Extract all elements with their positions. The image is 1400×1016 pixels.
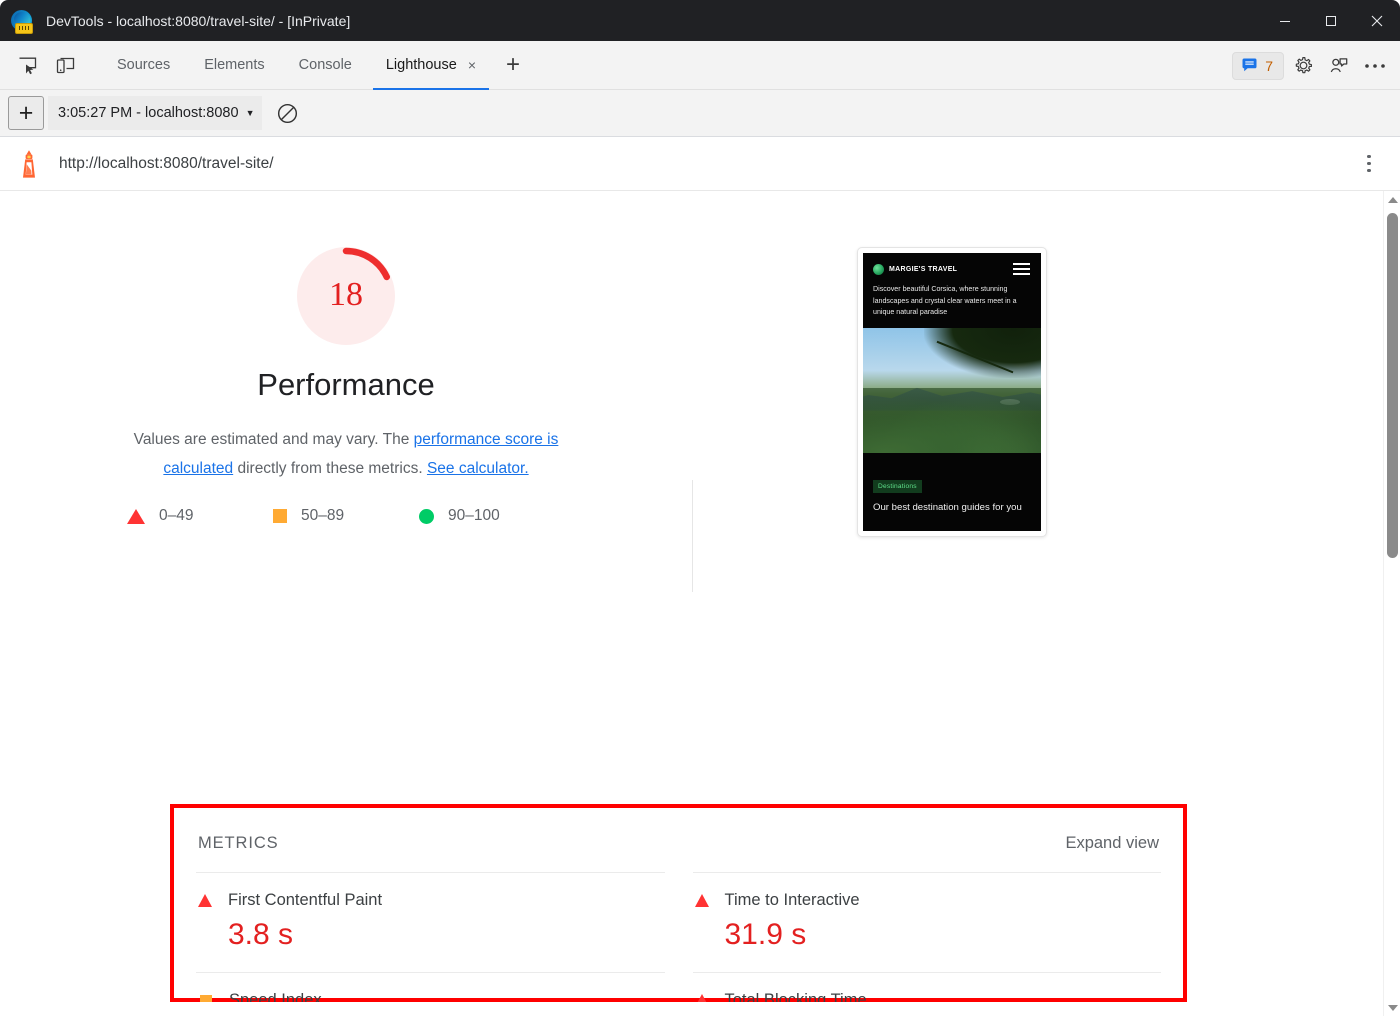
close-icon[interactable]: ×: [468, 58, 476, 72]
devtools-tab-strip: Sources Elements Console Lighthouse × +: [0, 41, 1400, 90]
report-url-bar: http://localhost:8080/travel-site/: [0, 137, 1400, 191]
edge-inprivate-logo: [10, 9, 34, 33]
message-icon: [1241, 57, 1258, 74]
messages-count: 7: [1265, 58, 1273, 74]
report-scroll-content: 18 Performance Values are estimated and …: [0, 191, 1383, 1002]
thumbnail-footer-text: Our best destination guides for you: [873, 502, 1031, 513]
score-description: Values are estimated and may vary. The p…: [111, 425, 581, 483]
summary-divider: [692, 480, 693, 592]
category-title: Performance: [257, 367, 434, 403]
tab-lighthouse[interactable]: Lighthouse ×: [369, 41, 493, 90]
metric-value: 3.8 s: [228, 918, 663, 952]
close-button[interactable]: [1354, 0, 1400, 41]
legend-label: 90–100: [448, 507, 500, 525]
tab-elements[interactable]: Elements: [187, 41, 281, 90]
square-icon: [273, 509, 287, 523]
window-title: DevTools - localhost:8080/travel-site/ -…: [46, 13, 350, 29]
thumbnail-category-pill: Destinations: [873, 480, 922, 493]
panel-tabs: Sources Elements Console Lighthouse × +: [100, 41, 529, 90]
report-url: http://localhost:8080/travel-site/: [59, 155, 274, 173]
devtools-window: DevTools - localhost:8080/travel-site/ -…: [0, 0, 1400, 1016]
tab-label: Lighthouse: [386, 57, 457, 73]
title-bar: DevTools - localhost:8080/travel-site/ -…: [0, 0, 1400, 41]
metrics-title: METRICS: [198, 834, 279, 853]
device-toolbar-icon[interactable]: [48, 48, 82, 82]
vertical-scrollbar-thumb[interactable]: [1387, 213, 1398, 558]
square-icon: [200, 995, 212, 1003]
score-column: 18 Performance Values are estimated and …: [0, 247, 692, 525]
metrics-panel: METRICS Expand view First Contentful Pai…: [170, 804, 1187, 1002]
tab-label: Elements: [204, 57, 264, 73]
tabstrip-right-controls: 7: [1232, 41, 1392, 90]
lighthouse-icon: [16, 149, 42, 179]
chevron-down-icon: ▼: [246, 108, 255, 118]
maximize-button[interactable]: [1308, 0, 1354, 41]
legend-label: 0–49: [159, 507, 193, 525]
globe-icon: [873, 264, 884, 275]
metric-label: Time to Interactive: [725, 891, 860, 910]
tab-label: Console: [299, 57, 352, 73]
hamburger-menu-icon: [1013, 263, 1030, 275]
metric-speed-index[interactable]: Speed Index 5.2 s: [196, 972, 665, 1002]
triangle-icon: [198, 894, 212, 907]
legend-item-pass: 90–100: [419, 507, 565, 525]
thumbnail-brand: MARGIE'S TRAVEL: [889, 266, 957, 273]
metric-time-to-interactive[interactable]: Time to Interactive 31.9 s: [693, 872, 1162, 972]
score-value: 18: [297, 276, 395, 314]
add-tab-icon[interactable]: +: [497, 49, 529, 81]
metric-label: Total Blocking Time: [725, 991, 867, 1002]
metric-label: First Contentful Paint: [228, 891, 382, 910]
run-selector-dropdown[interactable]: 3:05:27 PM - localhost:8080 ▼: [48, 96, 262, 130]
new-report-button[interactable]: +: [8, 96, 44, 130]
thumbnail-tagline: Discover beautiful Corsica, where stunni…: [863, 275, 1041, 328]
horizontal-scrollbar[interactable]: [0, 1002, 1383, 1016]
score-summary: 18 Performance Values are estimated and …: [0, 191, 1383, 611]
run-selector-value: 3:05:27 PM - localhost:8080: [58, 105, 239, 121]
desc-lead: Values are estimated and may vary. The: [134, 431, 414, 448]
scroll-down-arrow-icon[interactable]: [1384, 999, 1400, 1016]
tab-label: Sources: [117, 57, 170, 73]
circle-icon: [419, 509, 434, 524]
messages-badge[interactable]: 7: [1232, 52, 1284, 80]
page-screenshot-thumbnail: MARGIE'S TRAVEL Discover beautiful Corsi…: [857, 247, 1047, 537]
scroll-up-arrow-icon[interactable]: [1384, 191, 1400, 208]
tab-console[interactable]: Console: [282, 41, 369, 90]
expand-view-toggle[interactable]: Expand view: [1065, 834, 1159, 853]
legend-item-average: 50–89: [273, 507, 419, 525]
metric-first-contentful-paint[interactable]: First Contentful Paint 3.8 s: [196, 872, 665, 972]
performance-gauge: 18: [297, 247, 395, 345]
see-calculator-link[interactable]: See calculator.: [427, 460, 529, 477]
triangle-icon: [127, 509, 145, 524]
metric-value: 31.9 s: [725, 918, 1160, 952]
metrics-header: METRICS Expand view: [196, 834, 1161, 853]
legend-label: 50–89: [301, 507, 344, 525]
window-controls: [1262, 0, 1400, 41]
triangle-icon: [695, 894, 709, 907]
desc-middle: directly from these metrics.: [233, 460, 427, 477]
minimize-button[interactable]: [1262, 0, 1308, 41]
triangle-icon: [695, 994, 709, 1002]
metric-label: Speed Index: [229, 991, 322, 1002]
kebab-menu-icon[interactable]: [1356, 151, 1382, 177]
more-options-icon[interactable]: [1358, 49, 1392, 83]
vertical-scrollbar[interactable]: [1383, 191, 1400, 1016]
legend-item-fail: 0–49: [127, 507, 273, 525]
feedback-icon[interactable]: [1322, 49, 1356, 83]
metrics-grid: First Contentful Paint 3.8 s Time to Int…: [196, 872, 1161, 1002]
inspect-element-icon[interactable]: [10, 48, 44, 82]
report-body: 18 Performance Values are estimated and …: [0, 191, 1400, 1016]
thumbnail-column: MARGIE'S TRAVEL Discover beautiful Corsi…: [692, 247, 1383, 537]
gear-icon[interactable]: [1286, 49, 1320, 83]
clear-all-icon[interactable]: [270, 96, 304, 130]
metric-total-blocking-time[interactable]: Total Blocking Time 6,000 ms: [693, 972, 1162, 1002]
tab-sources[interactable]: Sources: [100, 41, 187, 90]
lighthouse-run-bar: + 3:05:27 PM - localhost:8080 ▼: [0, 90, 1400, 137]
thumbnail-hero-photo: [863, 328, 1041, 453]
score-legend: 0–49 50–89 90–100: [127, 507, 565, 525]
